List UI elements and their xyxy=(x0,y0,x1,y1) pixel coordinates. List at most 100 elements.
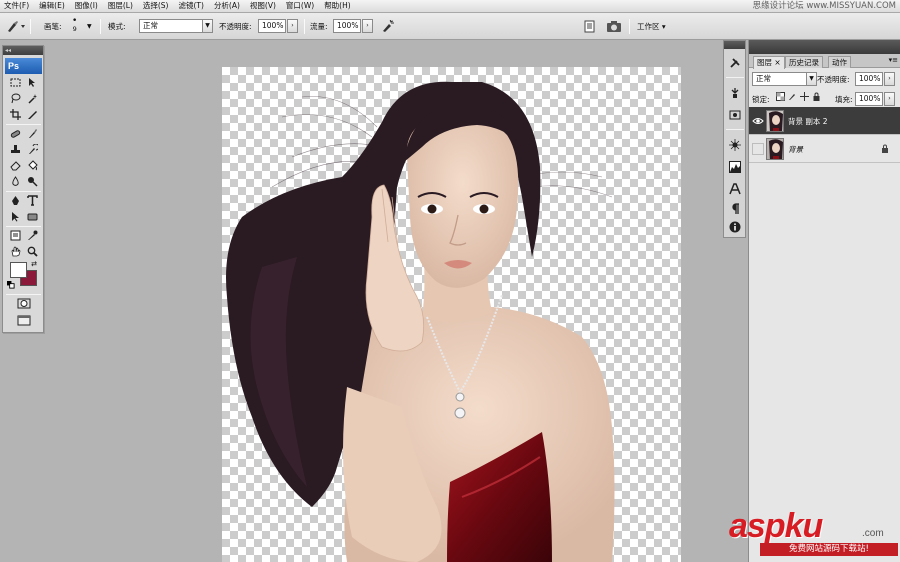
visibility-toggle[interactable] xyxy=(752,143,764,155)
close-icon[interactable]: × xyxy=(774,58,780,67)
tool-preset-picker[interactable] xyxy=(5,20,27,33)
eyedropper-icon xyxy=(27,230,37,240)
options-bar: 画笔: • 9 ▼ 模式: 正常 ▼ 不透明度: 100% › 流量: 100%… xyxy=(0,13,900,40)
clone-source-icon xyxy=(729,110,741,120)
character-panel-button[interactable] xyxy=(727,181,743,197)
slice-tool[interactable] xyxy=(24,108,40,121)
workspace-icon-button[interactable] xyxy=(606,20,622,33)
menu-edit[interactable]: 编辑(E) xyxy=(34,0,70,12)
tab-layers[interactable]: 图层 × xyxy=(753,56,785,69)
pendant-drop xyxy=(454,407,466,419)
palette-well-button[interactable] xyxy=(583,20,596,33)
mode-select[interactable]: 正常 xyxy=(139,19,203,33)
panel-menu-icon[interactable]: ▾≡ xyxy=(889,56,898,64)
clone-source-panel-button[interactable] xyxy=(727,107,743,123)
opacity-input[interactable]: 100% xyxy=(258,19,286,33)
drop-icon xyxy=(11,176,19,186)
clone-stamp-tool[interactable] xyxy=(7,143,23,156)
healing-brush-tool[interactable] xyxy=(7,127,23,140)
fill-slider-icon[interactable]: › xyxy=(884,92,895,106)
brush-icon xyxy=(28,129,37,138)
brush-picker[interactable]: • 9 xyxy=(72,17,77,37)
pen-tool[interactable] xyxy=(7,194,23,207)
panel-grip[interactable] xyxy=(749,40,900,54)
swap-colors-icon[interactable]: ⇄ xyxy=(29,259,39,268)
tab-history[interactable]: 历史记录 xyxy=(785,56,823,68)
eraser-tool[interactable] xyxy=(7,159,23,172)
history-brush-tool[interactable] xyxy=(24,143,40,156)
menu-window[interactable]: 窗口(W) xyxy=(281,0,319,12)
layer-row[interactable]: 背景 xyxy=(749,135,900,163)
lock-pixels-icon[interactable] xyxy=(788,92,797,103)
layer-name[interactable]: 背景 副本 2 xyxy=(788,116,828,127)
type-tool[interactable] xyxy=(24,194,40,207)
menu-help[interactable]: 帮助(H) xyxy=(319,0,356,12)
watermark-subtitle: 免费网站源码下载站! xyxy=(760,543,898,556)
layer-opacity-input[interactable]: 100% xyxy=(855,72,883,86)
quick-mask-icon xyxy=(17,298,31,309)
brushes-panel-button[interactable] xyxy=(727,85,743,101)
lasso-tool[interactable] xyxy=(7,92,23,105)
brush-tool[interactable] xyxy=(24,127,40,140)
layer-opacity-slider-icon[interactable]: › xyxy=(884,72,895,86)
arrow-icon xyxy=(11,212,19,222)
dock-grip[interactable] xyxy=(724,41,745,49)
shape-tool[interactable] xyxy=(24,210,40,223)
flow-slider-icon[interactable]: › xyxy=(362,19,373,33)
airbrush-toggle[interactable] xyxy=(381,20,395,33)
document-canvas[interactable] xyxy=(222,67,681,562)
fill-input[interactable]: 100% xyxy=(855,92,883,106)
menu-analysis[interactable]: 分析(A) xyxy=(209,0,245,12)
bandage-icon xyxy=(10,130,20,138)
tab-actions[interactable]: 动作 xyxy=(828,56,851,68)
blend-mode-dropdown-icon[interactable]: ▼ xyxy=(806,72,817,86)
workspace-menu[interactable]: 工作区 ▾ xyxy=(637,20,666,33)
path-selection-tool[interactable] xyxy=(7,210,23,223)
layer-opacity-label: 不透明度: xyxy=(817,75,850,84)
default-colors-icon[interactable] xyxy=(6,280,16,289)
info-panel-button[interactable] xyxy=(727,137,743,153)
portrait-artwork xyxy=(226,81,615,562)
lock-label: 锁定: xyxy=(752,95,770,104)
crop-tool[interactable] xyxy=(7,108,23,121)
move-tool[interactable] xyxy=(24,76,40,89)
pen-icon xyxy=(11,196,19,205)
menu-layer[interactable]: 图层(L) xyxy=(103,0,138,12)
zoom-tool[interactable] xyxy=(24,245,40,258)
histogram-panel-button[interactable] xyxy=(727,159,743,175)
eye-icon[interactable] xyxy=(752,115,764,127)
menu-filter[interactable]: 滤镜(T) xyxy=(174,0,209,12)
brush-dropdown-icon[interactable]: ▼ xyxy=(87,20,92,33)
lock-position-icon[interactable] xyxy=(800,92,809,103)
magic-wand-tool[interactable] xyxy=(24,92,40,105)
quick-mask-button[interactable] xyxy=(14,297,34,310)
screen-mode-button[interactable] xyxy=(14,314,34,327)
mode-dropdown-icon[interactable]: ▼ xyxy=(202,19,213,33)
lock-transparency-icon[interactable] xyxy=(776,92,785,103)
layer-row-selected[interactable]: 背景 副本 2 xyxy=(749,107,900,135)
dodge-icon xyxy=(27,177,38,187)
marquee-tool[interactable] xyxy=(7,76,23,89)
menu-select[interactable]: 选择(S) xyxy=(138,0,174,12)
menu-image[interactable]: 图像(I) xyxy=(70,0,103,12)
blur-tool[interactable] xyxy=(7,175,23,188)
lock-all-icon[interactable] xyxy=(812,92,821,103)
toolbox-grip[interactable]: ◂◂ xyxy=(3,46,43,55)
layer-name[interactable]: 背景 xyxy=(788,144,803,155)
opacity-slider-icon[interactable]: › xyxy=(287,19,298,33)
move-icon xyxy=(28,78,35,87)
menu-view[interactable]: 视图(V) xyxy=(245,0,281,12)
notes-tool[interactable] xyxy=(7,229,23,242)
paragraph-panel-button[interactable] xyxy=(727,201,743,217)
blend-mode-select[interactable]: 正常 xyxy=(752,72,807,86)
tab-layers-label: 图层 xyxy=(757,58,772,67)
navigator-panel-button[interactable] xyxy=(727,55,743,71)
info-button[interactable] xyxy=(727,219,743,235)
hand-tool[interactable] xyxy=(7,245,23,258)
eyedropper-tool[interactable] xyxy=(24,229,40,242)
dodge-tool[interactable] xyxy=(24,175,40,188)
foreground-color-swatch[interactable] xyxy=(10,262,27,278)
flow-input[interactable]: 100% xyxy=(333,19,361,33)
menu-file[interactable]: 文件(F) xyxy=(0,0,34,12)
paint-bucket-tool[interactable] xyxy=(24,159,40,172)
